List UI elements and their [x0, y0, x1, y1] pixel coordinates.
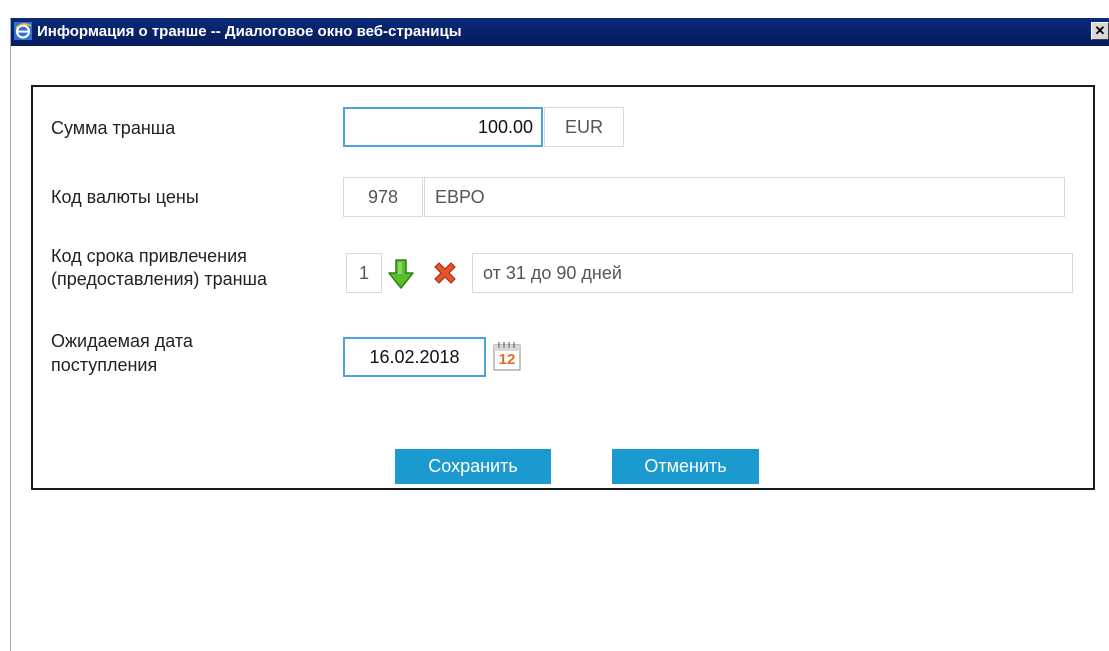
form-panel: Сумма транша 100.00 EUR Код валюты цены …: [31, 85, 1095, 490]
currency-name-field: ЕВРО: [424, 177, 1065, 217]
term-code-field: 1: [346, 253, 382, 293]
dialog-window: Информация о транше -- Диалоговое окно в…: [10, 18, 1109, 651]
close-icon: ✕: [1094, 23, 1106, 38]
expected-date-label-line1: Ожидаемая дата: [51, 331, 193, 351]
currency-code-field: 978: [343, 177, 423, 217]
close-button[interactable]: ✕: [1091, 22, 1109, 40]
expected-date-input[interactable]: 16.02.2018: [343, 337, 486, 377]
term-description-field: от 31 до 90 дней: [472, 253, 1073, 293]
save-button[interactable]: Сохранить: [395, 449, 551, 484]
clear-icon[interactable]: [431, 259, 459, 287]
amount-currency: EUR: [544, 107, 624, 147]
expected-date-label-line2: поступления: [51, 355, 158, 375]
amount-label: Сумма транша: [51, 118, 176, 138]
arrow-down-icon[interactable]: [388, 259, 414, 289]
window-title: Информация о транше -- Диалоговое окно в…: [37, 23, 462, 40]
title-bar[interactable]: Информация о транше -- Диалоговое окно в…: [11, 18, 1109, 46]
currency-code-label: Код валюты цены: [51, 187, 199, 207]
term-code-label-line1: Код срока привлечения: [51, 246, 247, 266]
ie-icon: [14, 22, 32, 40]
term-code-label-line2: (предоставления) транша: [51, 269, 267, 289]
amount-input[interactable]: 100.00: [343, 107, 543, 147]
calendar-day: 12: [498, 351, 516, 368]
cancel-button[interactable]: Отменить: [612, 449, 759, 484]
calendar-icon[interactable]: 12: [493, 341, 521, 371]
